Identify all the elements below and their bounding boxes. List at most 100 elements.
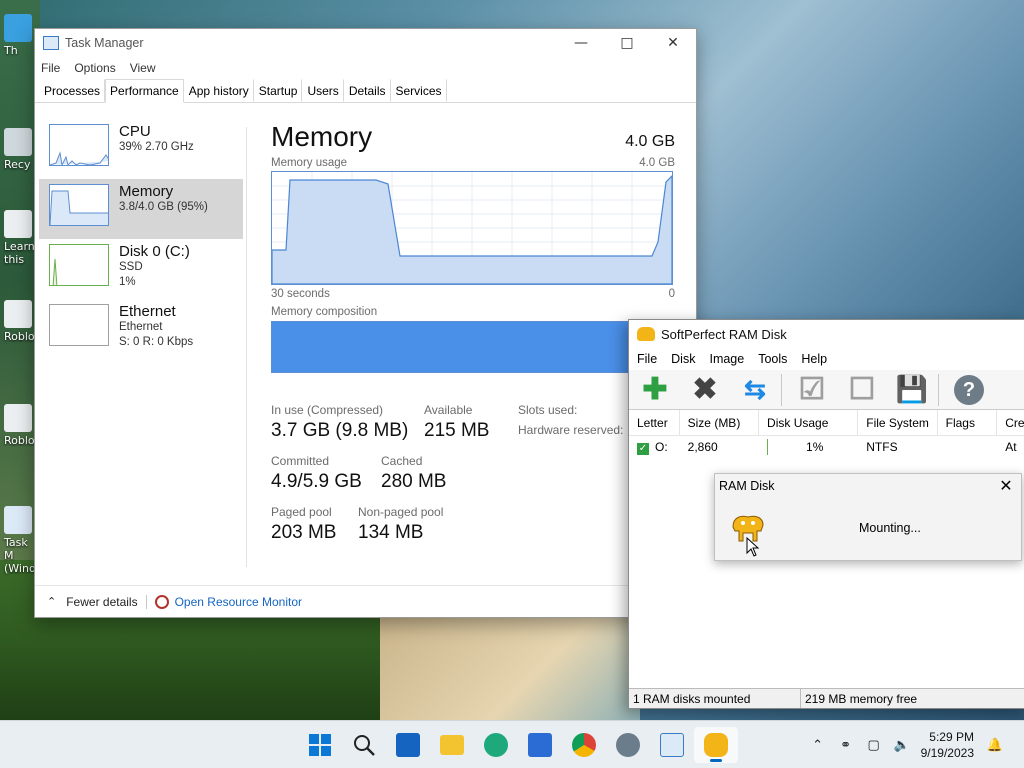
chevron-up-icon[interactable]: ⌃ [809,736,827,754]
dialog-title-bar[interactable]: RAM Disk ✕ [715,474,1021,498]
menu-tools[interactable]: Tools [758,352,787,366]
menu-help[interactable]: Help [801,352,827,366]
stat-label: Committed [271,454,330,468]
sidebar-item-memory[interactable]: Memory 3.8/4.0 GB (95%) [39,179,243,239]
ram-disk-app-icon [704,733,728,757]
desktop-icon-recycle-bin[interactable]: Recy [4,128,36,171]
search-button[interactable] [342,727,386,763]
disk-thumbnail-graph [49,244,109,286]
menu-image[interactable]: Image [709,352,744,366]
menu-file[interactable]: File [637,352,657,366]
menu-disk[interactable]: Disk [671,352,695,366]
mouse-cursor-icon [746,537,760,557]
open-resource-monitor-link[interactable]: Open Resource Monitor [175,595,302,609]
column-header-flags[interactable]: Flags [938,410,998,435]
sidebar-item-ethernet[interactable]: Ethernet Ethernet S: 0 R: 0 Kbps [39,299,243,359]
add-disk-button[interactable]: ✚ [637,373,673,407]
stat-committed: 4.9/5.9 GB [271,471,362,492]
network-icon[interactable]: ⚭ [837,736,855,754]
taskbar-task-manager[interactable] [650,727,694,763]
menu-view[interactable]: View [130,61,156,75]
display-icon[interactable]: ▢ [865,736,883,754]
graph-time-left: 30 seconds [271,288,330,300]
chrome-icon [572,733,596,757]
menu-options[interactable]: Options [74,61,115,75]
tab-startup[interactable]: Startup [254,79,303,102]
cell-file-system: NTFS [866,440,898,454]
maximize-button[interactable]: □ [604,29,650,57]
monitor-icon [4,14,32,42]
column-header-file-system[interactable]: File System [858,410,938,435]
ram-disk-app-icon [637,327,655,341]
fewer-details-button[interactable]: ⌃ Fewer details [47,595,138,609]
menu-bar: File Options View [35,57,696,79]
sidebar-item-detail: SSD [119,261,143,273]
check-icon: ☑ [798,373,826,406]
title-bar[interactable]: SoftPerfect RAM Disk [629,320,1024,348]
sidebar-item-cpu[interactable]: CPU 39% 2.70 GHz [39,119,243,179]
menu-bar: File Disk Image Tools Help [629,348,1024,370]
column-header-created[interactable]: Cre [997,410,1024,435]
taskbar-ram-disk[interactable] [694,727,738,763]
clock[interactable]: 5:29 PM 9/19/2023 [921,729,974,761]
tab-services[interactable]: Services [391,79,447,102]
status-bar: 1 RAM disks mounted 219 MB memory free [629,688,1024,708]
desktop-icon-roblox-2[interactable]: Roblo [4,404,36,447]
unmount-button[interactable]: ☐ [844,373,880,407]
column-header-disk-usage[interactable]: Disk Usage [759,410,859,435]
close-icon[interactable]: ✕ [991,476,1021,496]
taskbar-apps [298,727,738,763]
tab-processes[interactable]: Processes [39,79,106,102]
document-icon [4,210,32,238]
cell-size: 2,860 [687,440,718,454]
memory-usage-label: Memory usage [271,157,348,169]
title-bar[interactable]: Task Manager — □ ✕ [35,29,696,57]
taskbar-mail[interactable] [386,727,430,763]
minimize-button[interactable]: — [558,29,604,57]
refresh-button[interactable]: ⇆ [737,373,773,407]
edge-icon [484,733,508,757]
help-button[interactable]: ? [951,373,987,407]
start-button[interactable] [298,727,342,763]
volume-icon[interactable]: 🔈 [893,736,911,754]
save-image-button[interactable]: 💾 [894,373,930,407]
performance-sidebar: CPU 39% 2.70 GHz Memory 3.8/4.0 GB (95%)… [39,119,243,359]
taskbar-edge[interactable] [474,727,518,763]
notification-bell-icon[interactable]: 🔔 [986,736,1004,754]
tab-users[interactable]: Users [302,79,344,102]
stat-label: Cached [381,454,423,468]
graph-time-right: 0 [668,288,675,300]
recycle-bin-icon [4,128,32,156]
window-title: SoftPerfect RAM Disk [661,326,787,342]
check-icon: ✓ [637,442,649,455]
taskbar-settings[interactable] [606,727,650,763]
column-header-letter[interactable]: Letter [629,410,680,435]
menu-file[interactable]: File [41,61,60,75]
mail-icon [396,733,420,757]
desktop-icon-roblox-1[interactable]: Roblo [4,300,36,343]
x-icon: ✖ [692,373,718,406]
taskbar-chrome[interactable] [562,727,606,763]
search-icon [354,735,375,756]
sidebar-item-disk[interactable]: Disk 0 (C:) SSD 1% [39,239,243,299]
store-icon [528,733,552,757]
chevron-up-icon: ⌃ [47,596,57,608]
desktop-icon-learn[interactable]: Learn this [4,210,36,266]
memory-composition-label: Memory composition [271,306,378,318]
close-button[interactable]: ✕ [650,29,696,57]
cell-letter: ✓ O: [637,439,668,455]
memory-composition-bar [271,321,673,373]
column-header-size[interactable]: Size (MB) [680,410,760,435]
taskbar-store[interactable] [518,727,562,763]
tab-app-history[interactable]: App history [184,79,254,102]
remove-disk-button[interactable]: ✖ [687,373,723,407]
memory-panel: Memory 4.0 GB Memory usage 4.0 GB 30 sec… [271,121,675,543]
desktop-icon-this-pc[interactable]: Th [4,14,36,57]
desktop-icon-task-manager[interactable]: Task M (Wind [4,506,36,575]
taskbar-file-explorer[interactable] [430,727,474,763]
task-manager-icon [43,36,59,50]
tab-details[interactable]: Details [344,79,391,102]
table-row[interactable]: ✓ O: 2,860 1% NTFS At [629,436,1024,458]
tab-performance[interactable]: Performance [105,79,184,103]
mount-button[interactable]: ☑ [794,373,830,407]
